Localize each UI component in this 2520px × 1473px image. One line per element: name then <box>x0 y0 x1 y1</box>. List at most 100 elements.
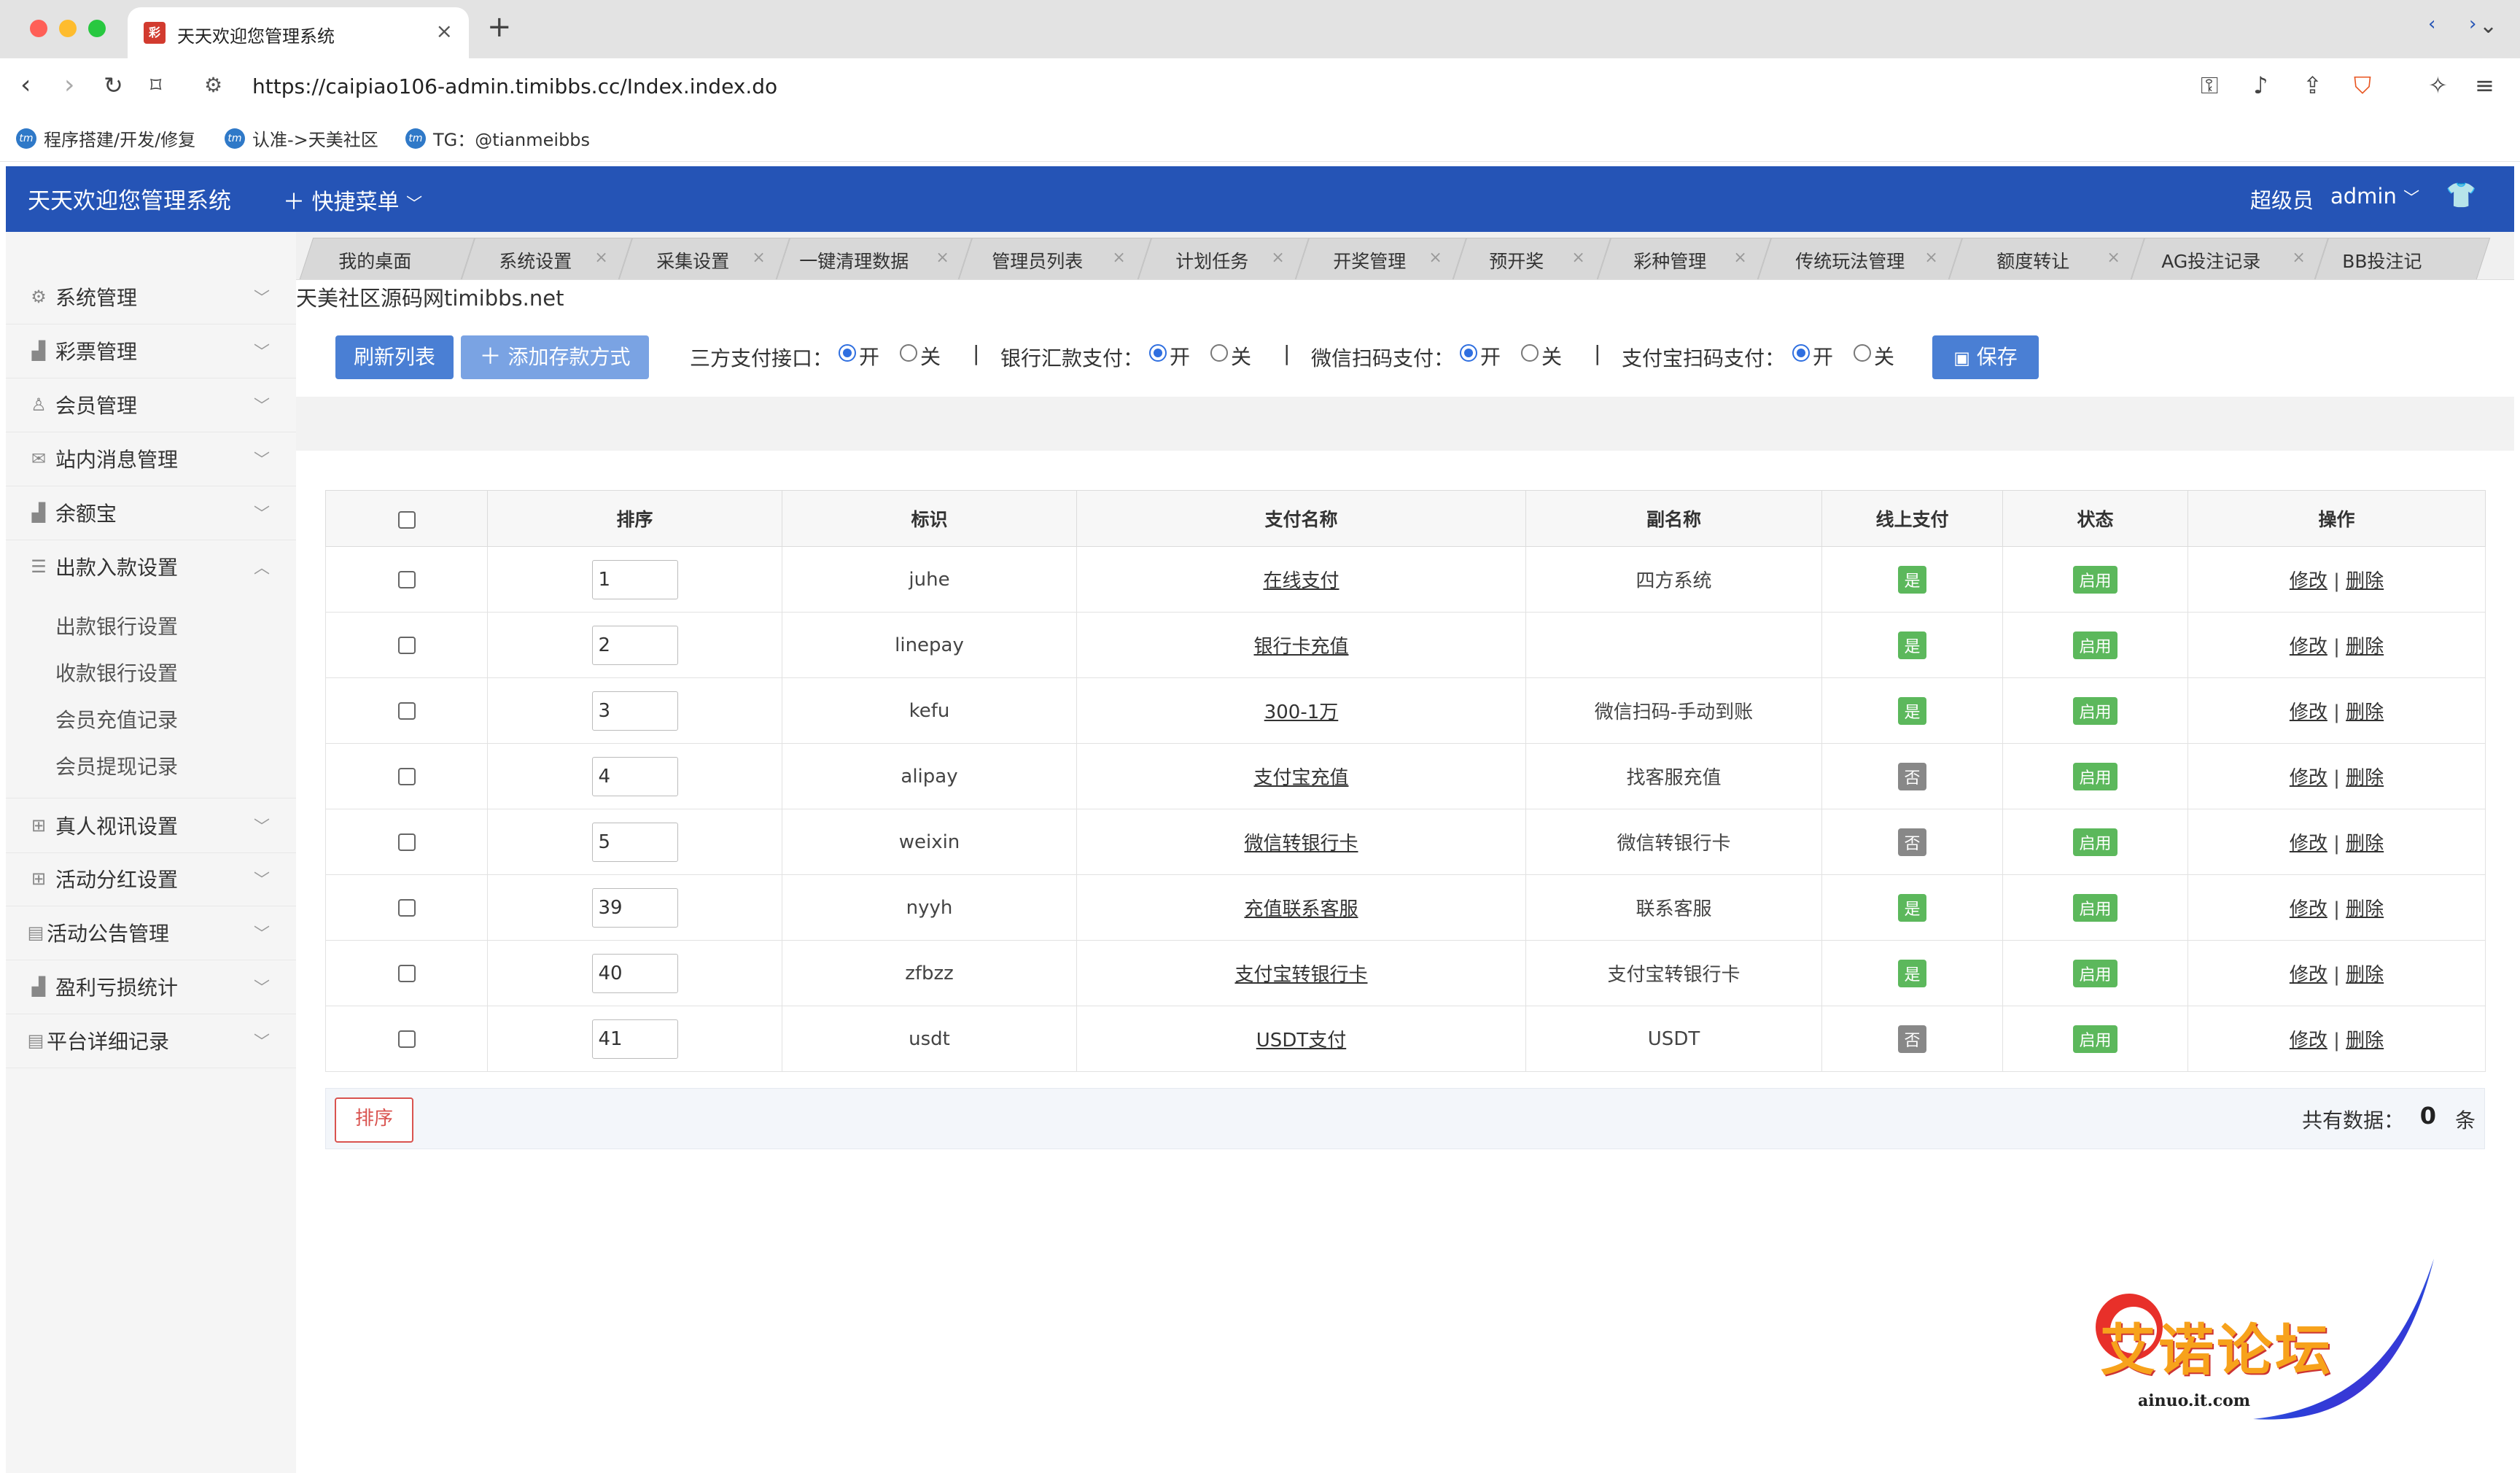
close-icon[interactable]: × <box>1924 249 1937 267</box>
online-pay-badge[interactable]: 否 <box>1898 1025 1926 1053</box>
sidebar-subitem-recharge-records[interactable]: 会员充值记录 <box>55 704 178 734</box>
wechat-scan-off-radio[interactable] <box>1521 344 1539 362</box>
sidebar-item-members[interactable]: ♙ 会员管理 ﹀ <box>6 378 296 432</box>
sidebar-item-live-video[interactable]: ⊞ 真人视讯设置 ﹀ <box>6 798 296 853</box>
sidebar-item-platform-records[interactable]: ▤ 平台详细记录 ﹀ <box>6 1014 296 1068</box>
payment-name-link[interactable]: 充值联系客服 <box>1244 898 1358 920</box>
wechat-scan-on-radio[interactable] <box>1460 344 1477 362</box>
close-icon[interactable]: × <box>2107 249 2120 267</box>
sidebar-item-lottery[interactable]: ▟ 彩票管理 ﹀ <box>6 324 296 378</box>
tab-clear-data[interactable]: 一键清理数据 × <box>776 238 973 279</box>
payment-name-link[interactable]: 银行卡充值 <box>1253 636 1348 658</box>
column-header[interactable]: 状态 <box>2002 490 2188 547</box>
window-minimize-button[interactable] <box>59 20 77 37</box>
back-icon[interactable]: ‹ <box>20 70 31 100</box>
row-checkbox[interactable] <box>397 965 416 982</box>
media-icon[interactable]: ♪ <box>2253 71 2268 99</box>
online-pay-badge[interactable]: 否 <box>1898 762 1926 790</box>
tab-ag-bet-records[interactable]: AG投注记录 × <box>2131 238 2329 279</box>
payment-name-link[interactable]: 支付宝充值 <box>1253 767 1348 789</box>
reload-icon[interactable]: ↻ <box>104 71 123 99</box>
column-header[interactable]: 支付名称 <box>1076 490 1526 547</box>
row-checkbox[interactable] <box>397 768 416 785</box>
sidebar-subitem-receive-bank[interactable]: 收款银行设置 <box>55 658 178 687</box>
tab-bb-bet-records[interactable]: BB投注记 <box>2314 238 2491 279</box>
status-badge[interactable]: 启用 <box>2073 565 2118 594</box>
tab-scroll-left-icon[interactable]: ‹ <box>2428 13 2435 35</box>
bookmark-item[interactable]: tm TG：@tianmeibbs <box>405 125 590 151</box>
column-header[interactable]: 副名称 <box>1525 490 1822 547</box>
bank-transfer-off-radio[interactable] <box>1210 344 1228 362</box>
online-pay-badge[interactable]: 是 <box>1898 893 1926 922</box>
browser-tab-active[interactable]: 彩 天天欢迎您管理系统 × <box>128 7 469 58</box>
payment-name-link[interactable]: 微信转银行卡 <box>1244 833 1358 855</box>
tab-scheduled-tasks[interactable]: 计划任务 × <box>1138 238 1310 279</box>
delete-link[interactable]: 删除 <box>2346 767 2384 789</box>
tab-collect-settings[interactable]: 采集设置 × <box>618 238 790 279</box>
edit-link[interactable]: 修改 <box>2290 701 2328 723</box>
sidebar-item-messages[interactable]: ✉ 站内消息管理 ﹀ <box>6 432 296 486</box>
close-icon[interactable]: × <box>936 249 949 267</box>
window-zoom-button[interactable] <box>88 20 106 37</box>
bookmark-item[interactable]: tm 程序搭建/开发/修复 <box>16 125 195 151</box>
status-badge[interactable]: 启用 <box>2073 828 2118 856</box>
status-badge[interactable]: 启用 <box>2073 696 2118 725</box>
tab-desktop[interactable]: 我的桌面 <box>299 238 475 279</box>
tab-draw-management[interactable]: 开奖管理 × <box>1295 238 1467 279</box>
column-header[interactable]: 线上支付 <box>1821 490 2003 547</box>
online-pay-badge[interactable]: 是 <box>1898 631 1926 659</box>
alipay-scan-off-radio[interactable] <box>1854 344 1871 362</box>
tab-system-settings[interactable]: 系统设置 × <box>461 238 633 279</box>
password-key-icon[interactable]: ⚿ <box>2201 71 2218 100</box>
third-party-pay-on-radio[interactable] <box>839 344 856 362</box>
row-checkbox[interactable] <box>397 899 416 917</box>
tab-pre-draw[interactable]: 预开奖 × <box>1452 238 1611 279</box>
status-badge[interactable]: 启用 <box>2073 631 2118 659</box>
quick-menu-button[interactable]: ＋ 快捷菜单 ﹀ <box>283 184 422 216</box>
sidebar-item-deposit-withdraw[interactable]: ☰ 出款入款设置 ︿ <box>6 540 296 594</box>
close-icon[interactable]: × <box>1271 249 1284 267</box>
delete-link[interactable]: 删除 <box>2346 898 2384 920</box>
edit-link[interactable]: 修改 <box>2290 1030 2328 1052</box>
url-field[interactable]: https://caipiao106-admin.timibbs.cc/Inde… <box>252 74 777 98</box>
payment-name-link[interactable]: 300-1万 <box>1264 701 1339 723</box>
forward-icon[interactable]: › <box>64 70 74 100</box>
bookmark-item[interactable]: tm 认准->天美社区 <box>225 125 378 151</box>
sidebar-subitem-withdraw-records[interactable]: 会员提现记录 <box>55 751 178 780</box>
save-button[interactable]: ▣ 保存 <box>1932 335 2039 379</box>
close-icon[interactable]: × <box>594 249 607 267</box>
sort-order-input[interactable] <box>591 559 678 599</box>
column-header[interactable]: 标识 <box>782 490 1077 547</box>
sidebar-item-profit-stats[interactable]: ▟ 盈利亏损统计 ﹀ <box>6 960 296 1014</box>
sort-order-input[interactable] <box>591 887 678 928</box>
status-badge[interactable]: 启用 <box>2073 1025 2118 1053</box>
sort-order-input[interactable] <box>591 1019 678 1059</box>
close-tab-icon[interactable]: × <box>436 19 453 43</box>
new-tab-icon[interactable]: + <box>487 10 512 44</box>
delete-link[interactable]: 删除 <box>2346 1030 2384 1052</box>
sort-button[interactable]: 排序 <box>335 1097 413 1143</box>
sidebar-item-activity-bonus[interactable]: ⊞ 活动分红设置 ﹀ <box>6 852 296 906</box>
add-deposit-method-button[interactable]: ＋ 添加存款方式 <box>461 335 649 379</box>
tab-admin-list[interactable]: 管理员列表 × <box>958 238 1152 279</box>
sidebar-item-announcements[interactable]: ▤ 活动公告管理 ﹀ <box>6 906 296 960</box>
payment-name-link[interactable]: 在线支付 <box>1263 570 1339 592</box>
status-badge[interactable]: 启用 <box>2073 959 2118 987</box>
alipay-scan-on-radio[interactable] <box>1792 344 1810 362</box>
share-icon[interactable]: ⇪ <box>2303 71 2322 99</box>
tab-credit-transfer[interactable]: 额度转让 × <box>1948 238 2145 279</box>
tab-list-chevron-icon[interactable]: ⌄ <box>2479 13 2497 39</box>
edit-link[interactable]: 修改 <box>2290 636 2328 658</box>
online-pay-badge[interactable]: 是 <box>1898 959 1926 987</box>
close-icon[interactable]: × <box>1112 249 1125 267</box>
edit-link[interactable]: 修改 <box>2290 964 2328 986</box>
bank-transfer-on-radio[interactable] <box>1149 344 1167 362</box>
theme-shirt-icon[interactable]: 👕 <box>2446 181 2476 210</box>
site-settings-icon[interactable]: ⚙ <box>204 73 222 97</box>
status-badge[interactable]: 启用 <box>2073 893 2118 922</box>
sidebar-item-system[interactable]: ⚙ 系统管理 ﹀ <box>6 270 296 324</box>
edit-link[interactable]: 修改 <box>2290 898 2328 920</box>
row-checkbox[interactable] <box>397 571 416 588</box>
user-menu-button[interactable]: admin ﹀ <box>2330 184 2419 209</box>
edit-link[interactable]: 修改 <box>2290 767 2328 789</box>
